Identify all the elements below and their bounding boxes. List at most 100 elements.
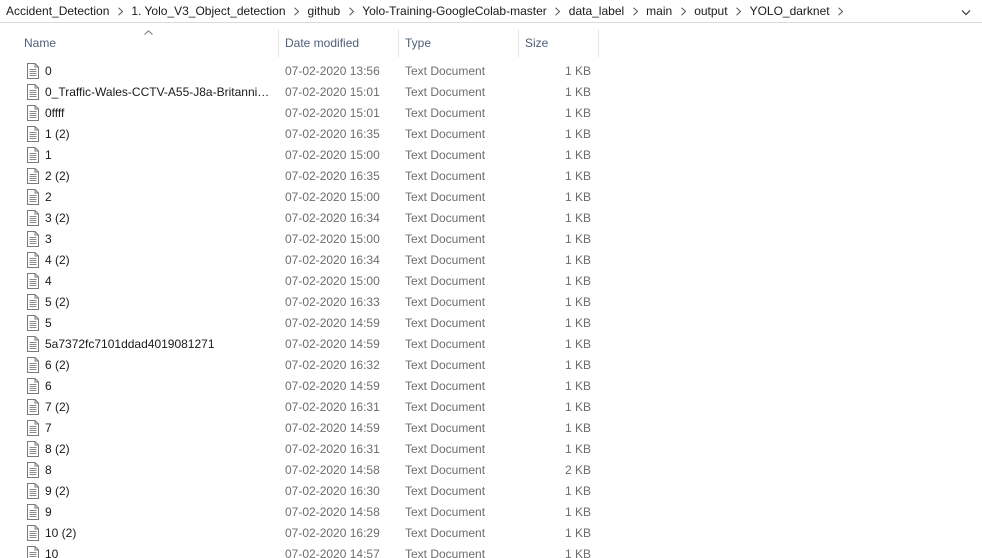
column-header-size[interactable]: Size	[519, 29, 599, 57]
file-size: 1 KB	[564, 379, 591, 393]
file-type: Text Document	[405, 421, 486, 435]
file-name: 9 (2)	[45, 484, 70, 498]
chevron-right-icon[interactable]	[834, 0, 848, 22]
file-row[interactable]: 8 (2) 07-02-2020 16:31 Text Document 1 KB	[0, 439, 600, 460]
file-name: 7 (2)	[45, 400, 70, 414]
breadcrumb-item[interactable]: github	[304, 0, 345, 22]
file-row[interactable]: 7 (2) 07-02-2020 16:31 Text Document 1 KB	[0, 397, 600, 418]
chevron-right-icon[interactable]	[290, 0, 304, 22]
file-date-modified: 07-02-2020 14:59	[285, 421, 380, 435]
breadcrumb-item[interactable]: output	[690, 0, 731, 22]
breadcrumb: Accident_Detection 1. Yolo_V3_Object_dete…	[2, 0, 848, 22]
file-row[interactable]: 10 (2) 07-02-2020 16:29 Text Document 1 KB	[0, 523, 600, 544]
chevron-right-icon[interactable]	[676, 0, 690, 22]
file-row[interactable]: 6 07-02-2020 14:59 Text Document 1 KB	[0, 376, 600, 397]
file-row[interactable]: 9 07-02-2020 14:58 Text Document 1 KB	[0, 502, 600, 523]
file-row[interactable]: 2 07-02-2020 15:00 Text Document 1 KB	[0, 187, 600, 208]
file-type: Text Document	[405, 484, 486, 498]
file-type: Text Document	[405, 463, 486, 477]
text-document-icon	[27, 399, 39, 415]
file-row[interactable]: 2 (2) 07-02-2020 16:35 Text Document 1 KB	[0, 166, 600, 187]
file-row[interactable]: 4 (2) 07-02-2020 16:34 Text Document 1 KB	[0, 250, 600, 271]
file-date-modified: 07-02-2020 16:31	[285, 442, 380, 456]
file-date-modified: 07-02-2020 15:00	[285, 232, 380, 246]
file-date-modified: 07-02-2020 14:58	[285, 463, 380, 477]
file-size: 1 KB	[564, 274, 591, 288]
file-type: Text Document	[405, 295, 486, 309]
chevron-right-icon[interactable]	[628, 0, 642, 22]
file-type: Text Document	[405, 190, 486, 204]
file-row[interactable]: 5a7372fc7101ddad4019081271 07-02-2020 14:…	[0, 334, 600, 355]
breadcrumb-item[interactable]: 1. Yolo_V3_Object_detection	[127, 0, 289, 22]
file-name: 8 (2)	[45, 442, 70, 456]
file-size: 1 KB	[564, 127, 591, 141]
file-type: Text Document	[405, 253, 486, 267]
file-row[interactable]: 10 07-02-2020 14:57 Text Document 1 KB	[0, 544, 600, 558]
file-type: Text Document	[405, 211, 486, 225]
file-name: 5 (2)	[45, 295, 70, 309]
breadcrumb-item[interactable]: Yolo-Training-GoogleColab-master	[358, 0, 551, 22]
file-size: 1 KB	[564, 421, 591, 435]
chevron-down-icon[interactable]	[958, 4, 974, 20]
file-row[interactable]: 5 (2) 07-02-2020 16:33 Text Document 1 KB	[0, 292, 600, 313]
text-document-icon	[27, 63, 39, 79]
file-row[interactable]: 0_Traffic-Wales-CCTV-A55-J8a-Britannia..…	[0, 82, 600, 103]
file-row[interactable]: 3 (2) 07-02-2020 16:34 Text Document 1 KB	[0, 208, 600, 229]
file-name: 3 (2)	[45, 211, 70, 225]
chevron-right-icon[interactable]	[344, 0, 358, 22]
file-size: 1 KB	[564, 169, 591, 183]
text-document-icon	[27, 294, 39, 310]
file-size: 1 KB	[564, 484, 591, 498]
file-row[interactable]: 5 07-02-2020 14:59 Text Document 1 KB	[0, 313, 600, 334]
file-date-modified: 07-02-2020 13:56	[285, 64, 380, 78]
text-document-icon	[27, 315, 39, 331]
breadcrumb-item[interactable]: main	[642, 0, 676, 22]
file-row[interactable]: 8 07-02-2020 14:58 Text Document 2 KB	[0, 460, 600, 481]
file-row[interactable]: 4 07-02-2020 15:00 Text Document 1 KB	[0, 271, 600, 292]
text-document-icon	[27, 420, 39, 436]
file-type: Text Document	[405, 148, 486, 162]
file-size: 1 KB	[564, 85, 591, 99]
text-document-icon	[27, 105, 39, 121]
file-size: 1 KB	[564, 295, 591, 309]
text-document-icon	[27, 525, 39, 541]
chevron-right-icon[interactable]	[732, 0, 746, 22]
breadcrumb-item[interactable]: Accident_Detection	[2, 0, 113, 22]
file-row[interactable]: 1 07-02-2020 15:00 Text Document 1 KB	[0, 145, 600, 166]
file-date-modified: 07-02-2020 16:34	[285, 253, 380, 267]
file-name: 10 (2)	[45, 526, 77, 540]
file-row[interactable]: 7 07-02-2020 14:59 Text Document 1 KB	[0, 418, 600, 439]
file-row[interactable]: 1 (2) 07-02-2020 16:35 Text Document 1 KB	[0, 124, 600, 145]
file-name: 5	[45, 316, 52, 330]
breadcrumb-item[interactable]: data_label	[565, 0, 628, 22]
file-size: 1 KB	[564, 526, 591, 540]
file-row[interactable]: 0ffff 07-02-2020 15:01 Text Document 1 KB	[0, 103, 600, 124]
file-name: 6	[45, 379, 52, 393]
file-size: 1 KB	[564, 358, 591, 372]
column-header-type[interactable]: Type	[399, 29, 519, 57]
column-header-date-modified[interactable]: Date modified	[279, 29, 399, 57]
file-type: Text Document	[405, 169, 486, 183]
file-row[interactable]: 6 (2) 07-02-2020 16:32 Text Document 1 KB	[0, 355, 600, 376]
file-date-modified: 07-02-2020 14:59	[285, 379, 380, 393]
text-document-icon	[27, 273, 39, 289]
file-name: 9	[45, 505, 52, 519]
file-row[interactable]: 0 07-02-2020 13:56 Text Document 1 KB	[0, 61, 600, 82]
file-size: 1 KB	[564, 337, 591, 351]
file-row[interactable]: 9 (2) 07-02-2020 16:30 Text Document 1 KB	[0, 481, 600, 502]
file-type: Text Document	[405, 400, 486, 414]
breadcrumb-item[interactable]: YOLO_darknet	[746, 0, 834, 22]
file-date-modified: 07-02-2020 16:33	[285, 295, 380, 309]
text-document-icon	[27, 168, 39, 184]
file-date-modified: 07-02-2020 15:00	[285, 190, 380, 204]
text-document-icon	[27, 483, 39, 499]
address-bar[interactable]: Accident_Detection 1. Yolo_V3_Object_dete…	[0, 0, 982, 23]
file-type: Text Document	[405, 85, 486, 99]
text-document-icon	[27, 252, 39, 268]
chevron-right-icon[interactable]	[113, 0, 127, 22]
file-row[interactable]: 3 07-02-2020 15:00 Text Document 1 KB	[0, 229, 600, 250]
chevron-right-icon[interactable]	[551, 0, 565, 22]
file-type: Text Document	[405, 127, 486, 141]
text-document-icon	[27, 357, 39, 373]
file-name: 0_Traffic-Wales-CCTV-A55-J8a-Britannia..…	[45, 85, 273, 99]
